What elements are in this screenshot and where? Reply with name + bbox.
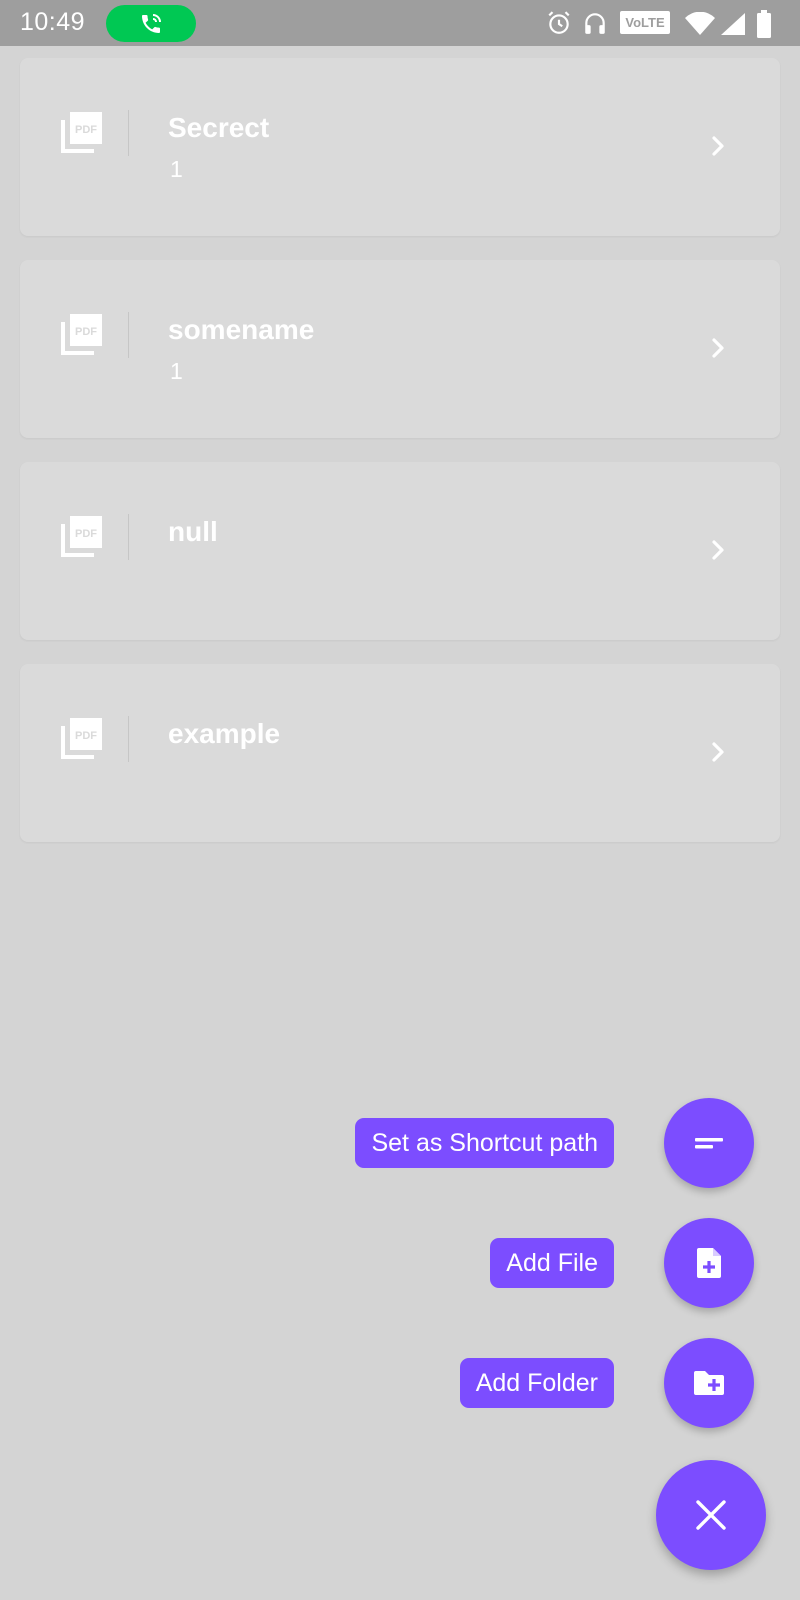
phone-call-icon [142,14,161,33]
svg-text:PDF: PDF [75,730,97,742]
folder-count: 1 [170,358,183,384]
note-add-icon [697,1248,721,1278]
svg-text:PDF: PDF [75,528,97,540]
volte-badge: VoLTE [620,11,670,34]
chevron-right-icon [712,338,724,358]
signal-icon [721,13,745,35]
wifi-icon [685,12,715,35]
create-new-folder-icon [694,1371,724,1395]
card-divider [128,110,129,156]
folder-card[interactable]: PDF null [20,462,780,640]
folder-count: 1 [170,156,183,182]
folder-card[interactable]: PDF example [20,664,780,842]
card-divider [128,312,129,358]
folder-name: somename [168,314,315,345]
folder-card[interactable]: PDF Secrect 1 [20,58,780,236]
svg-text:PDF: PDF [75,326,97,338]
short-text-icon [695,1138,723,1149]
card-divider [128,514,129,560]
set-shortcut-path-label[interactable]: Set as Shortcut path [355,1118,614,1168]
folder-name: example [168,718,281,749]
add-folder-label[interactable]: Add Folder [459,1358,614,1408]
card-divider [128,716,129,762]
folder-card[interactable]: PDF somename 1 [20,260,780,438]
add-file-button[interactable] [664,1218,754,1308]
status-bar: 10:49 VoLTE [0,0,800,46]
chevron-right-icon [712,136,724,156]
pdf-stack-icon: PDF [61,314,102,355]
add-folder-button[interactable] [664,1338,754,1428]
pdf-stack-icon: PDF [61,516,102,557]
set-shortcut-path-button[interactable] [664,1098,754,1188]
alarm-icon [548,11,570,34]
folder-name: Secrect [168,112,270,143]
close-icon [696,1500,726,1530]
add-file-label[interactable]: Add File [490,1238,614,1288]
ongoing-call-pill[interactable] [106,5,196,42]
chevron-right-icon [712,742,724,762]
pdf-stack-icon: PDF [61,718,102,759]
close-speed-dial-button[interactable] [656,1460,766,1570]
folder-name: null [168,516,218,547]
svg-text:PDF: PDF [75,124,97,136]
chevron-right-icon [712,540,724,560]
battery-icon [757,10,771,38]
status-time: 10:49 [20,8,86,36]
headphones-icon [585,13,605,34]
pdf-stack-icon: PDF [61,112,102,153]
